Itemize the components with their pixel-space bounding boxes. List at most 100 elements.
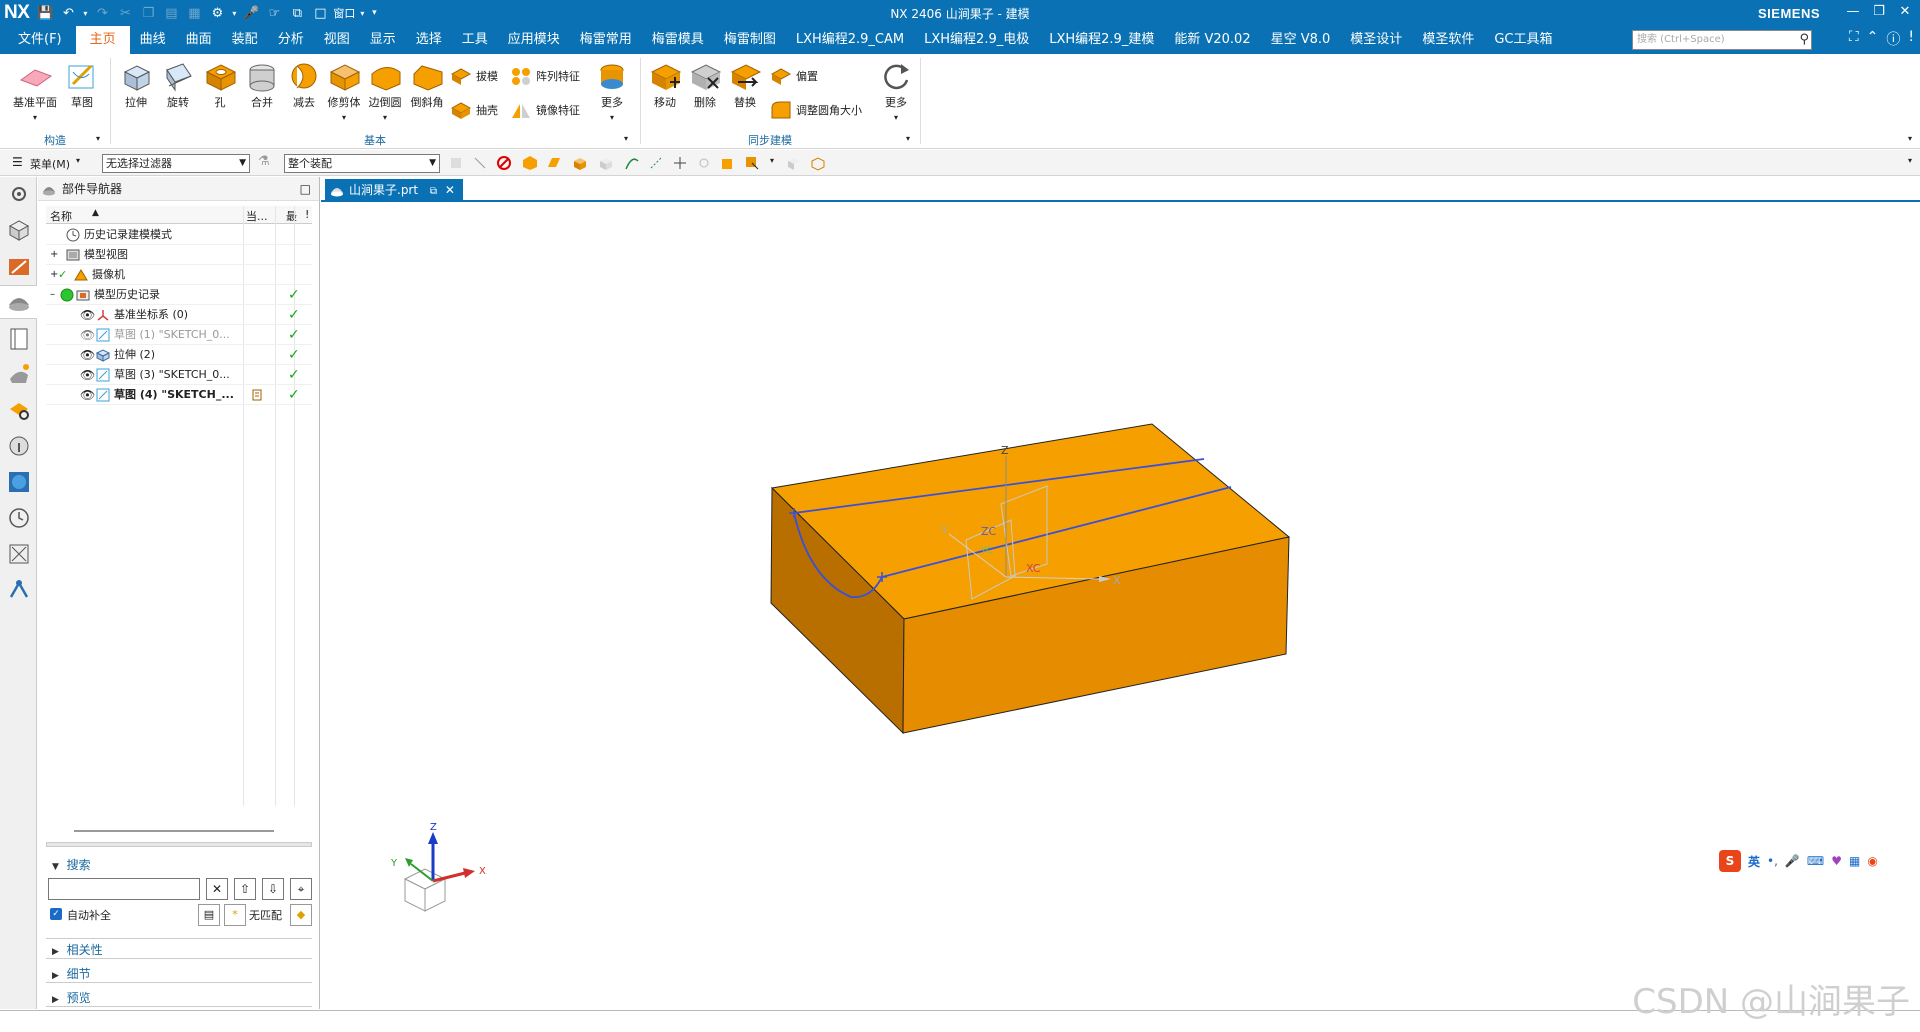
point-select-icon[interactable] <box>648 155 664 171</box>
solid-select-icon[interactable] <box>598 155 614 171</box>
menu-surface[interactable]: 曲面 <box>176 26 222 54</box>
basic-more-button[interactable]: 更多 ▾ <box>592 60 632 123</box>
avatar-icon[interactable]: ◉ <box>1867 854 1877 868</box>
copy-icon[interactable]: ❐ <box>138 6 158 21</box>
globe-icon[interactable] <box>6 469 32 495</box>
float-icon[interactable]: ⧉ <box>430 186 437 197</box>
search-section[interactable]: ▼ 搜索 <box>52 856 91 873</box>
highlight-icon[interactable]: ◆ <box>290 904 312 926</box>
face-select-icon[interactable] <box>546 155 562 171</box>
draft-button[interactable]: 拔模 <box>450 66 498 86</box>
graphics-viewport[interactable]: Z X Y ZC XC YC Z X Y S 英 •, 🎤 ⌨ ♥ ▦ ◉ <box>321 204 1920 1009</box>
edge-blend-button[interactable]: 边倒圆 ▾ <box>364 60 406 123</box>
shell-button[interactable]: 抽壳 <box>450 100 498 120</box>
hole-button[interactable]: 孔 <box>200 60 240 110</box>
dropdown-icon[interactable]: ▾ <box>230 9 238 18</box>
ime-mode-toggle[interactable]: 英 <box>1748 853 1760 870</box>
redo-icon[interactable]: ↷ <box>92 6 112 21</box>
tab-part-file[interactable]: 山涧果子.prt ⧉ ✕ <box>325 179 463 202</box>
filter-icon[interactable]: ⚗ <box>258 154 270 169</box>
chevron-down-icon[interactable]: ▾ <box>76 156 80 165</box>
toolbox-icon[interactable]: ▦ <box>1849 854 1860 868</box>
menu-curve[interactable]: 曲线 <box>130 26 176 54</box>
subtract-button[interactable]: 减去 <box>284 60 324 110</box>
menu-lxh-modeling[interactable]: LXH编程2.9_建模 <box>1039 26 1164 54</box>
menu-assembly[interactable]: 装配 <box>222 26 268 54</box>
eye-icon[interactable]: 👁 <box>80 305 95 325</box>
curve-select-icon[interactable] <box>624 155 640 171</box>
view-triad[interactable]: Z X Y <box>390 822 486 912</box>
chevron-down-icon[interactable]: ▾ <box>906 134 910 143</box>
chevron-down-icon[interactable]: ▾ <box>1908 156 1912 165</box>
menu-display[interactable]: 显示 <box>360 26 406 54</box>
horizontal-scrollbar[interactable] <box>74 830 274 832</box>
assembly-select-icon[interactable] <box>720 155 736 171</box>
menu-mosheng-design[interactable]: 模圣设计 <box>1340 26 1412 54</box>
chevron-down-icon[interactable]: ▾ <box>96 134 100 143</box>
no-entry-icon[interactable] <box>496 155 512 171</box>
autocomplete-checkbox[interactable]: ✓ <box>50 908 62 920</box>
history-clock-icon[interactable] <box>6 505 32 531</box>
eye-icon[interactable]: 👁 <box>80 385 95 405</box>
extrude-button[interactable]: 拉伸 <box>116 60 156 110</box>
trim-body-button[interactable]: 修剪体 ▾ <box>324 60 364 123</box>
replace-face-button[interactable]: 替换 <box>726 60 764 110</box>
unite-button[interactable]: 合并 <box>242 60 282 110</box>
menu-home[interactable]: 主页 <box>75 26 130 54</box>
sketch-button[interactable]: 草图 <box>62 60 102 110</box>
menu-lxh-electrode[interactable]: LXH编程2.9_电极 <box>914 26 1039 54</box>
general-select-icon[interactable] <box>448 155 464 171</box>
menu-lxh-cam[interactable]: LXH编程2.9_CAM <box>786 26 914 54</box>
touch-mode-icon[interactable]: ☞ <box>264 6 284 21</box>
find-down-button[interactable]: ⇩ <box>262 878 284 900</box>
help-icon[interactable]: ⓘ <box>1886 29 1900 49</box>
alert-icon[interactable]: ! <box>1908 29 1914 49</box>
offset-region-button[interactable]: 偏置 <box>770 66 818 86</box>
restore-icon[interactable]: ❐ <box>1868 2 1890 24</box>
eye-icon[interactable]: 👁 <box>80 365 95 385</box>
fullscreen-icon[interactable]: ⛶ <box>1849 29 1859 49</box>
eye-icon[interactable]: 👁 <box>80 345 95 365</box>
search-icon[interactable]: ⚲ <box>1799 31 1809 49</box>
tree-item-cameras[interactable]: + ✓ 摄像机 <box>46 265 312 285</box>
menu-meilei-mold[interactable]: 梅雷模具 <box>642 26 714 54</box>
tree-item-sketch-4[interactable]: 👁 草图 (4) "SKETCH_... ✓ <box>46 385 312 405</box>
tree-item-history-mode[interactable]: 历史记录建模模式 <box>46 225 312 245</box>
eye-hidden-icon[interactable]: 👁 <box>80 325 95 345</box>
punctuation-icon[interactable]: •, <box>1767 854 1778 868</box>
column-current[interactable]: 当... <box>246 208 268 224</box>
column-name[interactable]: 名称 <box>50 208 72 224</box>
window-icon[interactable]: □ <box>310 6 330 21</box>
datum-plane-button[interactable]: 基准平面 ▾ <box>8 60 62 123</box>
resize-blend-button[interactable]: 调整圆角大小 <box>770 100 862 120</box>
tree-item-model-views[interactable]: + 模型视图 <box>46 245 312 265</box>
menu-applications[interactable]: 应用模块 <box>498 26 570 54</box>
menu-gc-toolbox[interactable]: GC工具箱 <box>1484 26 1562 54</box>
body-select-icon[interactable] <box>572 155 588 171</box>
paste-special-icon[interactable]: ▦ <box>184 6 204 21</box>
collapse-icon[interactable]: – <box>50 285 55 305</box>
window-menu[interactable]: 窗口 <box>333 5 355 21</box>
ime-toolbar[interactable]: S 英 •, 🎤 ⌨ ♥ ▦ ◉ <box>1719 849 1919 873</box>
tree-item-datum-csys[interactable]: 👁 基准坐标系 (0) ✓ <box>46 305 312 325</box>
menu-file[interactable]: 文件(F) <box>6 26 76 54</box>
close-icon[interactable]: ✕ <box>445 183 455 197</box>
menu-button[interactable]: 菜单(M) <box>30 156 70 172</box>
feature-select-icon[interactable] <box>522 155 538 171</box>
skin-icon[interactable]: ♥ <box>1831 854 1842 868</box>
assembly-navigator-icon[interactable] <box>6 217 32 243</box>
menu-meilei-drafting[interactable]: 梅雷制图 <box>714 26 786 54</box>
view-select-icon[interactable] <box>786 155 802 171</box>
column-extra[interactable]: ! <box>305 208 309 221</box>
details-section[interactable]: ▶ 细节 <box>52 965 91 982</box>
menu-mosheng-software[interactable]: 模圣软件 <box>1412 26 1484 54</box>
options-icon[interactable]: ▤ <box>198 904 220 926</box>
tree-item-sketch-3[interactable]: 👁 草图 (3) "SKETCH_0... ✓ <box>46 365 312 385</box>
chevron-down-icon[interactable]: ▾ <box>624 134 628 143</box>
menu-tools[interactable]: 工具 <box>452 26 498 54</box>
pattern-feature-button[interactable]: 阵列特征 <box>510 66 580 86</box>
command-finder-icon[interactable]: ⚙ <box>207 6 227 21</box>
snap-icon[interactable] <box>672 155 688 171</box>
tree-item-sketch-1[interactable]: 👁 草图 (1) "SKETCH_0... ✓ <box>46 325 312 345</box>
reuse-library-icon[interactable] <box>6 325 32 351</box>
